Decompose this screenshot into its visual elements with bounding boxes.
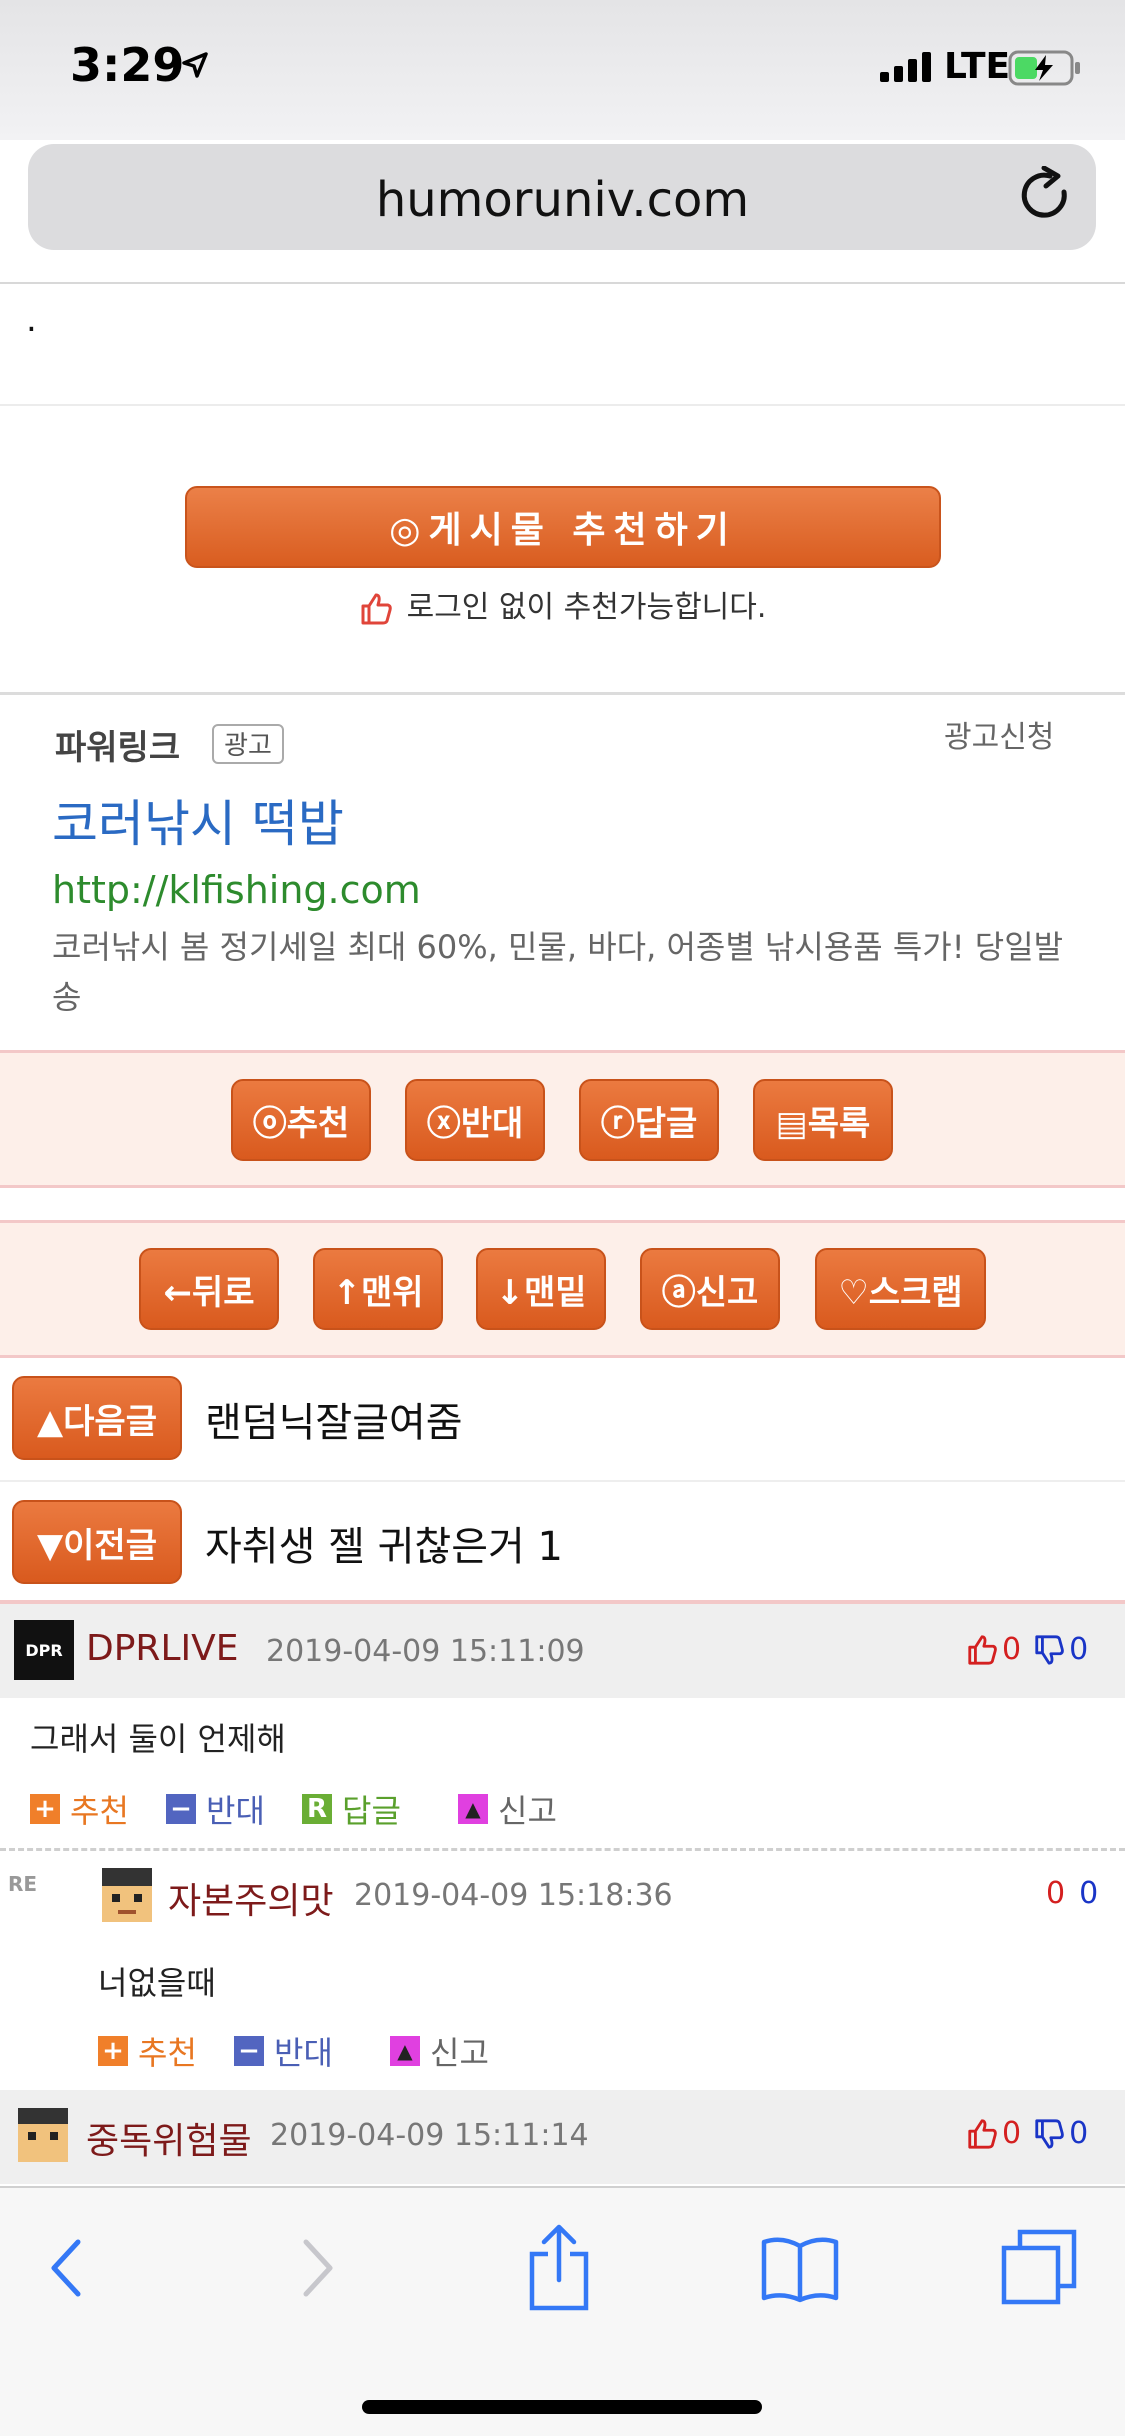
signal-icon [880, 52, 931, 82]
comment-recommend-label: 추천 [138, 2034, 197, 2072]
comment-report-button[interactable]: ▲ 신고 [390, 2028, 489, 2074]
back-button[interactable]: ←뒤로 [139, 1248, 279, 1330]
report-button[interactable]: ⓐ신고 [640, 1248, 780, 1330]
comment-author[interactable]: 자본주의맛 [168, 1872, 334, 1924]
ad-request-link[interactable]: 광고신청 [944, 712, 1054, 756]
upvote-count: 0 [1002, 1632, 1022, 1667]
upvote-count: 0 [1046, 1876, 1066, 1911]
home-indicator [362, 2400, 762, 2414]
ad-description: 코러낚시 봄 정기세일 최대 60%, 민물, 바다, 어종별 낚시용품 특가!… [52, 928, 1064, 1016]
reply-icon: R [302, 1794, 332, 1824]
plus-icon: + [98, 2036, 128, 2066]
ad-badge: 광고 [212, 724, 284, 764]
bookmarks-icon[interactable] [760, 2234, 840, 2304]
login-note: 로그인 없이 추천가능합니다. [0, 582, 1125, 626]
recommend-button[interactable]: ⓞ추천 [231, 1079, 371, 1161]
top-button[interactable]: ↑맨위 [313, 1248, 443, 1330]
comment-date: 2019-04-09 15:11:09 [266, 1634, 585, 1669]
divider [0, 282, 1125, 284]
minus-icon: − [166, 1794, 196, 1824]
divider [0, 1848, 1125, 1851]
comment-reply-label: 답글 [342, 1792, 401, 1830]
divider [0, 692, 1125, 695]
bottom-button[interactable]: ↓맨밑 [476, 1248, 606, 1330]
avatar [18, 2108, 68, 2162]
comment-report-button[interactable]: ▲ 신고 [458, 1786, 557, 1832]
prev-post-title[interactable]: 자취생 젤 귀찮은거 1 [205, 1514, 563, 1572]
comment-date: 2019-04-09 15:18:36 [354, 1878, 673, 1913]
comment-reply-button[interactable]: R 답글 [302, 1786, 401, 1832]
thumb-down-icon [1035, 2118, 1064, 2149]
comment-oppose-label: 반대 [274, 2034, 333, 2072]
next-post-title[interactable]: 랜덤닉잘글여줌 [205, 1390, 463, 1448]
downvote-count: 0 [1069, 2116, 1089, 2151]
comment-report-label: 신고 [430, 2034, 489, 2072]
comment-votes: 0 0 [966, 2116, 1088, 2151]
comment-author[interactable]: DPRLIVE [86, 1628, 239, 1669]
comment-oppose-button[interactable]: − 반대 [166, 1786, 265, 1832]
share-icon[interactable] [526, 2222, 592, 2312]
url-text[interactable]: humoruniv.com [0, 172, 1125, 228]
recommend-post-button[interactable]: ◎게시물 추천하기 [185, 486, 941, 568]
comment-oppose-label: 반대 [206, 1792, 265, 1830]
divider [0, 1480, 1125, 1482]
avatar: DPR [14, 1620, 74, 1680]
comment-report-label: 신고 [498, 1792, 557, 1830]
plus-icon: + [30, 1794, 60, 1824]
upvote-count: 0 [1002, 2116, 1022, 2151]
list-button[interactable]: ▤목록 [753, 1079, 893, 1161]
avatar [102, 1868, 152, 1922]
comment-body: 그래서 둘이 언제해 [30, 1720, 286, 1758]
thumb-up-icon [968, 2118, 997, 2149]
comment-recommend-button[interactable]: + 추천 [98, 2028, 197, 2074]
minus-icon: − [234, 2036, 264, 2066]
siren-icon: ▲ [390, 2036, 420, 2066]
ad-title-link[interactable]: 코러낚시 떡밥 [52, 784, 344, 856]
comment-votes: 00 [1046, 1876, 1098, 1911]
comment-author[interactable]: 중독위험물 [86, 2112, 252, 2164]
reply-button[interactable]: ⓡ답글 [579, 1079, 719, 1161]
tabs-icon[interactable] [1000, 2228, 1080, 2308]
siren-icon: ▲ [458, 1794, 488, 1824]
next-post-button[interactable]: ▲다음글 [12, 1376, 182, 1460]
scrap-button[interactable]: ♡스크랩 [815, 1248, 986, 1330]
comment-votes: 0 0 [966, 1632, 1088, 1667]
thumb-up-icon [361, 593, 392, 624]
forward-icon [303, 2239, 333, 2297]
powerlink-label: 파워링크 [55, 728, 181, 768]
comment-recommend-label: 추천 [70, 1792, 129, 1830]
thumb-up-icon [968, 1634, 997, 1665]
downvote-count: 0 [1079, 1876, 1099, 1911]
network-label: LTE [944, 46, 1011, 87]
comment-body: 너없을때 [98, 1964, 216, 2002]
post-actions-bar [0, 1050, 1125, 1188]
thumb-down-icon [1035, 1634, 1064, 1665]
location-arrow-icon [182, 52, 208, 78]
reload-icon[interactable] [1016, 166, 1074, 228]
reply-marker: RE [8, 1872, 38, 1896]
oppose-button[interactable]: ⓧ반대 [405, 1079, 545, 1161]
comment-recommend-button[interactable]: + 추천 [30, 1786, 129, 1832]
ad-url-link[interactable]: http://klfishing.com [52, 868, 421, 912]
comment-oppose-button[interactable]: − 반대 [234, 2028, 333, 2074]
prev-post-button[interactable]: ▼이전글 [12, 1500, 182, 1584]
back-icon[interactable] [44, 2236, 88, 2300]
battery-icon [1008, 50, 1080, 86]
divider [0, 404, 1125, 406]
post-body-text: . [26, 300, 37, 340]
login-note-text: 로그인 없이 추천가능합니다. [406, 590, 767, 625]
comment-date: 2019-04-09 15:11:14 [270, 2118, 589, 2153]
status-time: 3:29 [70, 38, 185, 92]
downvote-count: 0 [1069, 1632, 1089, 1667]
